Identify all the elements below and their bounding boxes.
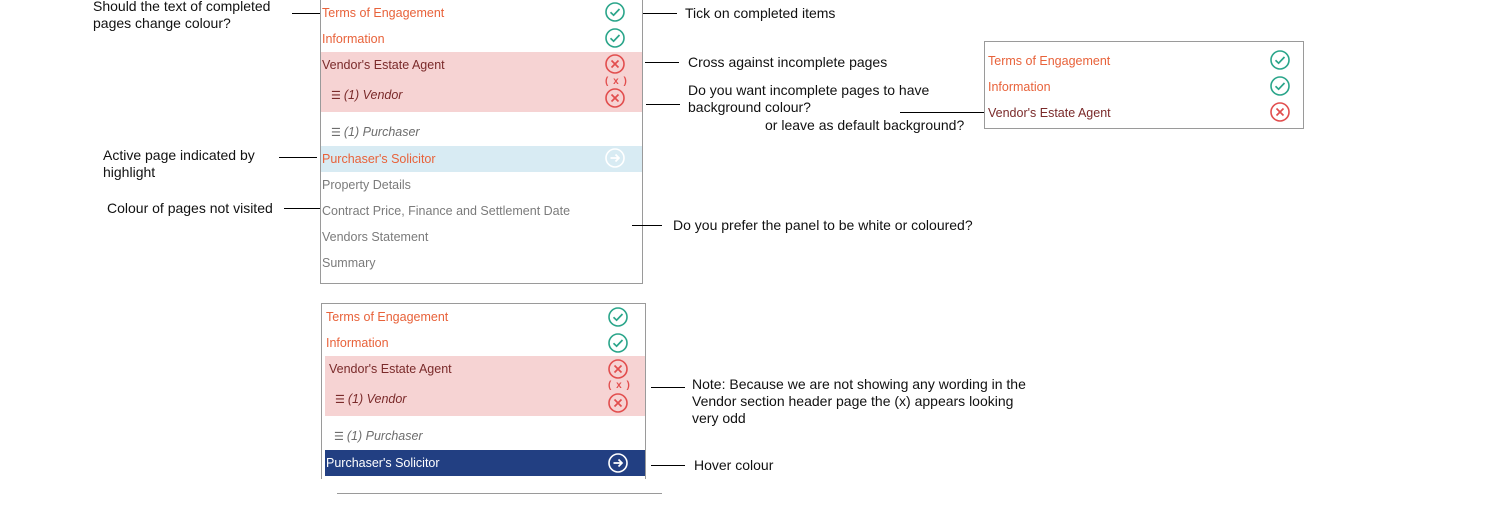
nav-item-vendors-estate-agent[interactable]: Vendor's Estate Agent <box>321 52 642 78</box>
nav-item-label: Information <box>326 336 389 350</box>
nav-item-purchasers-solicitor[interactable]: Purchaser's Solicitor <box>321 146 642 172</box>
nav-item-vendor[interactable]: ☰ (1) Vendor <box>325 382 645 416</box>
nav-item-label: (1) Purchaser <box>343 125 420 139</box>
nav-item-vendors-estate-agent[interactable]: Vendor's Estate Agent <box>325 356 645 382</box>
leader-line <box>646 104 680 105</box>
leader-line <box>292 13 320 14</box>
x-marker-text: ( x ) <box>608 380 631 391</box>
leader-line <box>279 157 317 158</box>
nav-item-information[interactable]: Information <box>321 26 642 52</box>
leader-line <box>632 225 662 226</box>
nav-item-label: Vendors Statement <box>322 230 429 244</box>
arrow-right-circle-icon <box>608 453 628 473</box>
nav-item-information[interactable]: Information <box>322 330 645 356</box>
note-hover: Hover colour <box>694 457 774 473</box>
nav-item-label: Property Details <box>322 178 411 192</box>
drag-handle-icon: ☰ <box>331 126 341 139</box>
drag-handle-icon: ☰ <box>334 430 344 443</box>
nav-item-terms-of-engagement[interactable]: Terms of Engagement <box>321 0 642 26</box>
check-circle-icon <box>605 2 625 22</box>
x-circle-icon <box>608 393 628 413</box>
nav-item-label: (1) Purchaser <box>346 429 423 443</box>
note-incomplete-bg: Do you want incomplete pages to have bac… <box>688 82 930 115</box>
leader-line <box>645 62 679 63</box>
nav-item-label: (1) Vendor <box>347 392 407 406</box>
progress-panel-hover: Terms of Engagement Information Vendor's… <box>321 303 646 479</box>
nav-item-purchaser[interactable]: ☰ (1) Purchaser <box>321 119 642 145</box>
nav-item-vendor[interactable]: ☰ (1) Vendor <box>321 78 642 112</box>
nav-item-property-details[interactable]: Property Details <box>321 172 642 198</box>
drag-handle-icon: ☰ <box>335 393 345 406</box>
nav-item-purchaser[interactable]: ☰ (1) Purchaser <box>322 423 645 449</box>
check-circle-icon <box>608 307 628 327</box>
check-circle-icon <box>1270 76 1290 96</box>
nav-item-contract-price[interactable]: Contract Price, Finance and Settlement D… <box>321 198 642 224</box>
x-circle-icon <box>1270 102 1290 122</box>
x-circle-icon <box>605 88 625 108</box>
nav-item-label: Vendor's Estate Agent <box>988 106 1111 120</box>
leader-line <box>643 13 677 14</box>
note-vendor: Note: Because we are not showing any wor… <box>692 376 1026 426</box>
nav-item-label: Terms of Engagement <box>988 54 1111 68</box>
note-default-bg: or leave as default background? <box>765 117 965 133</box>
progress-panel-main: Terms of Engagement Information Vendor's… <box>320 0 643 284</box>
x-marker-text: ( x ) <box>605 76 628 87</box>
x-circle-icon <box>605 54 625 74</box>
arrow-right-circle-icon <box>605 148 625 168</box>
leader-line <box>900 112 984 113</box>
nav-item-terms-of-engagement[interactable]: Terms of Engagement <box>985 48 1303 74</box>
nav-item-purchasers-solicitor-hover[interactable]: Purchaser's Solicitor <box>325 450 645 476</box>
nav-item-label: Purchaser's Solicitor <box>326 456 440 470</box>
nav-item-vendors-estate-agent[interactable]: Vendor's Estate Agent <box>985 100 1303 126</box>
leader-line <box>284 208 320 209</box>
nav-item-label: Vendor's Estate Agent <box>329 362 452 376</box>
nav-item-label: Purchaser's Solicitor <box>322 152 436 166</box>
panel-divider <box>337 493 662 494</box>
nav-item-label: Terms of Engagement <box>326 310 449 324</box>
check-circle-icon <box>1270 50 1290 70</box>
leader-line <box>651 465 685 466</box>
nav-item-label: Information <box>322 32 385 46</box>
x-circle-icon <box>608 359 628 379</box>
nav-item-label: Summary <box>322 256 376 270</box>
nav-item-label: Information <box>988 80 1051 94</box>
nav-item-label: Vendor's Estate Agent <box>322 58 445 72</box>
note-active: Active page indicated by highlight <box>103 147 255 180</box>
note-not-visited: Colour of pages not visited <box>107 200 273 216</box>
nav-item-label: Terms of Engagement <box>322 6 445 20</box>
progress-panel-alt: Terms of Engagement Information Vendor's… <box>984 41 1304 129</box>
nav-item-label: Contract Price, Finance and Settlement D… <box>322 204 571 218</box>
nav-item-terms-of-engagement[interactable]: Terms of Engagement <box>322 304 645 330</box>
leader-line <box>651 387 685 388</box>
check-circle-icon <box>608 333 628 353</box>
drag-handle-icon: ☰ <box>331 89 341 102</box>
nav-item-vendors-statement[interactable]: Vendors Statement <box>321 224 642 250</box>
check-circle-icon <box>605 28 625 48</box>
nav-item-information[interactable]: Information <box>985 74 1303 100</box>
note-panel-colour: Do you prefer the panel to be white or c… <box>673 217 973 233</box>
nav-item-label: (1) Vendor <box>343 88 403 102</box>
nav-item-summary[interactable]: Summary <box>321 250 642 276</box>
note-cross: Cross against incomplete pages <box>688 54 888 70</box>
note-tick: Tick on completed items <box>685 5 836 21</box>
note-text-colour: Should the text of completed pages chang… <box>93 0 271 31</box>
